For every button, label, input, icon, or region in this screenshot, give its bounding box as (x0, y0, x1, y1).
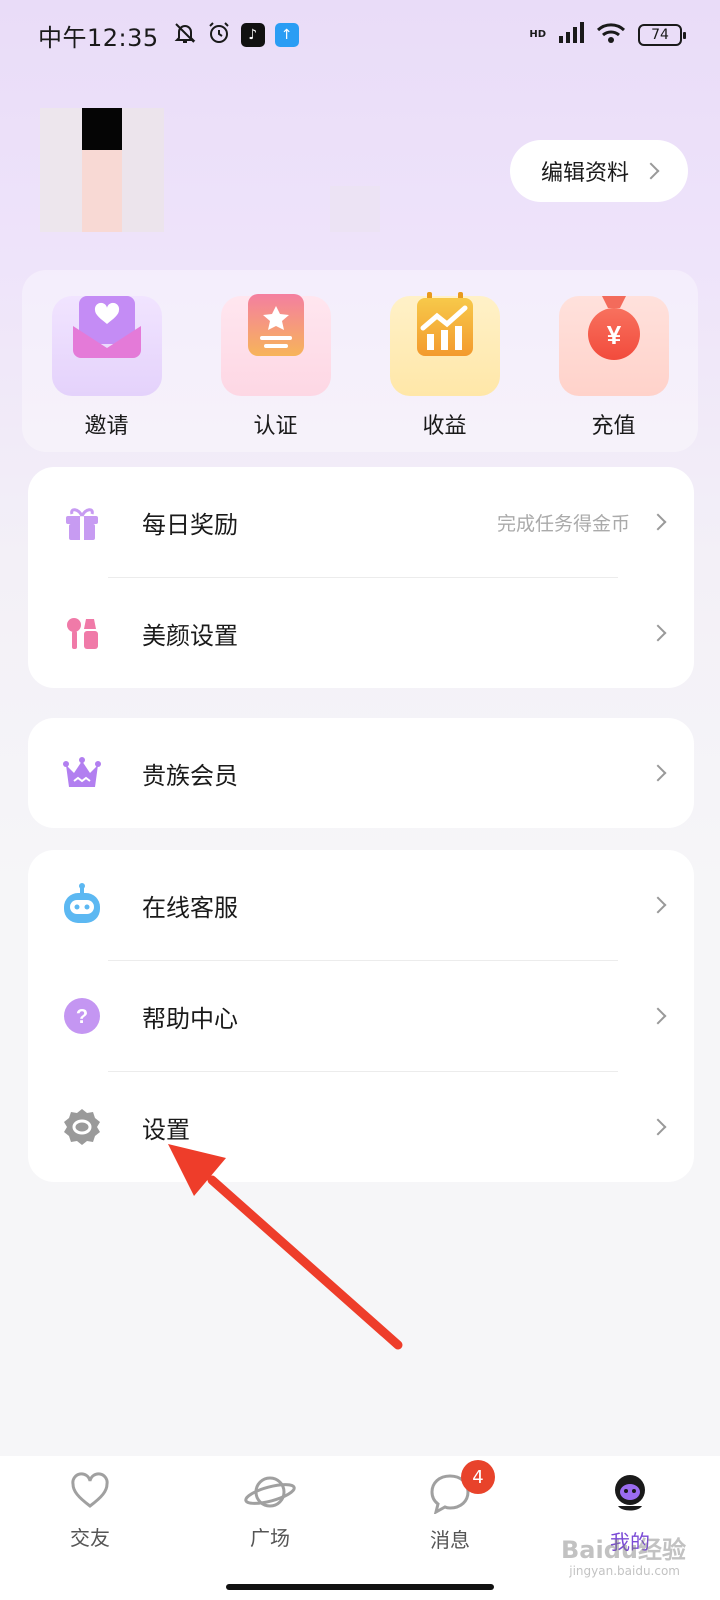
nav-tab-friends[interactable]: 交友 (15, 1456, 165, 1600)
nav-label: 消息 (430, 1528, 470, 1552)
nav-tab-square[interactable]: 广场 (195, 1456, 345, 1600)
menu-card-vip: 贵族会员 (28, 718, 694, 828)
question-icon: ? (60, 994, 104, 1038)
signal-icon (558, 22, 584, 48)
planet-icon (243, 1472, 297, 1516)
menu-item-online-service[interactable]: 在线客服 (28, 850, 694, 960)
menu-item-label: 美颜设置 (142, 621, 238, 650)
robot-icon (60, 883, 104, 927)
chevron-right-icon (649, 513, 667, 531)
status-time: 中午12:35 (38, 23, 159, 52)
nav-label: 交友 (70, 1526, 110, 1550)
money-bag-icon: ¥ (558, 296, 669, 396)
tiktok-app-icon: ♪ (240, 23, 265, 47)
quick-action-label: 认证 (253, 414, 298, 439)
menu-item-settings[interactable]: 设置 (28, 1072, 694, 1182)
unread-badge: 4 (461, 1460, 495, 1494)
menu-item-noble-member[interactable]: 贵族会员 (28, 718, 694, 828)
username-redacted (330, 186, 380, 232)
chevron-right-icon (649, 764, 667, 782)
chevron-right-icon (649, 896, 667, 914)
menu-card-support: 在线客服 ? 帮助中心 设置 (28, 850, 694, 1182)
home-indicator[interactable] (226, 1584, 494, 1590)
badge-star-icon (220, 294, 331, 396)
quick-action-invite[interactable]: 邀请 (32, 296, 182, 452)
edit-profile-label: 编辑资料 (540, 161, 629, 186)
battery-indicator: 74 (638, 24, 686, 46)
menu-item-label: 贵族会员 (142, 761, 238, 790)
watermark-url: jingyan.baidu.com (569, 1564, 680, 1578)
gift-icon (60, 500, 104, 544)
menu-item-label: 帮助中心 (142, 1004, 238, 1033)
quick-action-label: 充值 (591, 414, 636, 439)
makeup-icon (60, 611, 104, 655)
watermark: Baidu经验 (561, 1536, 686, 1564)
quick-action-earnings[interactable]: 收益 (370, 292, 520, 452)
gear-icon (60, 1105, 104, 1149)
status-system-icons: HD 74 (529, 22, 686, 48)
menu-card-rewards: 每日奖励 完成任务得金币 美颜设置 (28, 467, 694, 688)
nav-tab-profile[interactable]: 我的 (555, 1456, 705, 1600)
quick-actions-card: 邀请 认证 收益 ¥ 充值 (22, 270, 698, 452)
crown-icon (60, 751, 104, 795)
chevron-right-icon (649, 1007, 667, 1025)
nav-label: 广场 (250, 1526, 290, 1550)
chevron-right-icon (649, 624, 667, 642)
quick-action-label: 邀请 (84, 414, 129, 439)
bottom-navigation: 交友 广场 4 消息 我的 (0, 1456, 720, 1600)
chevron-right-icon (642, 162, 660, 180)
edit-profile-button[interactable]: 编辑资料 (510, 140, 688, 202)
calendar-chart-icon (389, 292, 500, 396)
menu-item-label: 设置 (142, 1115, 190, 1144)
svg-text:¥: ¥ (606, 320, 621, 350)
nav-tab-messages[interactable]: 4 消息 (375, 1456, 525, 1600)
quick-action-label: 收益 (422, 414, 467, 439)
menu-item-help-center[interactable]: ? 帮助中心 (28, 961, 694, 1071)
menu-item-beauty-settings[interactable]: 美颜设置 (28, 578, 694, 688)
avatar[interactable] (40, 108, 164, 232)
mute-bell-icon (173, 21, 197, 49)
menu-item-daily-reward[interactable]: 每日奖励 完成任务得金币 (28, 467, 694, 577)
wifi-icon (596, 22, 626, 48)
alarm-icon (207, 21, 231, 49)
heart-icon (70, 1472, 110, 1516)
status-notification-icons: ♪ ↑ (173, 21, 299, 49)
profile-icon (608, 1472, 652, 1520)
quick-action-recharge[interactable]: ¥ 充值 (539, 296, 689, 452)
quick-action-verify[interactable]: 认证 (201, 294, 351, 452)
chevron-right-icon (649, 1118, 667, 1136)
menu-item-label: 在线客服 (142, 893, 238, 922)
status-bar: 中午12:35 ♪ ↑ HD 74 (0, 0, 720, 70)
menu-item-label: 每日奖励 (142, 510, 238, 539)
upload-app-icon: ↑ (274, 23, 299, 47)
network-type: HD (529, 29, 546, 40)
svg-text:?: ? (76, 1006, 88, 1028)
envelope-heart-icon (51, 296, 162, 396)
menu-item-hint: 完成任务得金币 (496, 512, 630, 535)
